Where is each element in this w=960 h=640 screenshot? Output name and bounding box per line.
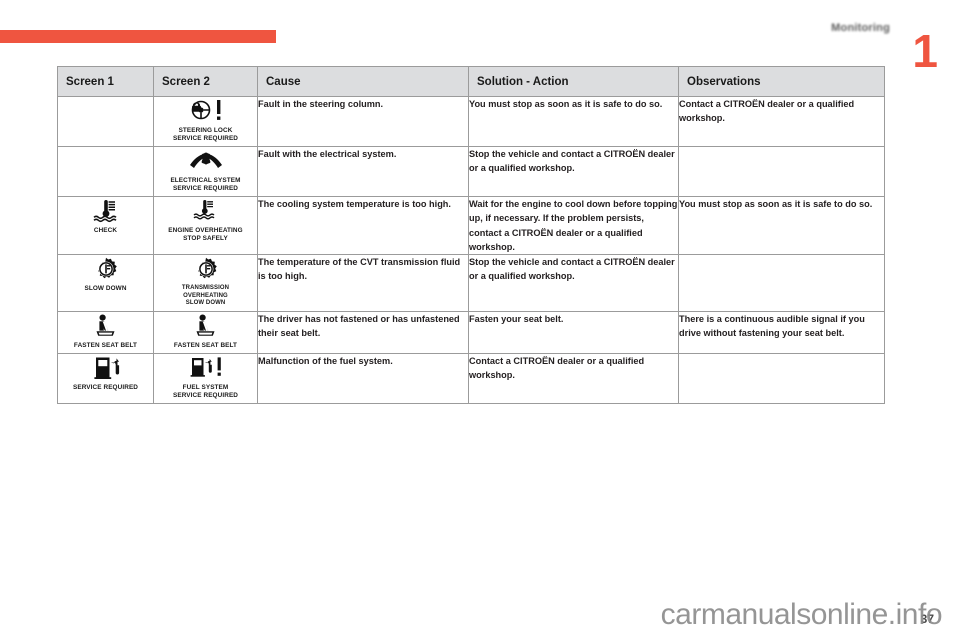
cell-observations [678, 146, 885, 197]
cell-observations: There is a continuous audible signal if … [678, 310, 885, 354]
indicator-caption: FASTEN SEAT BELT [73, 341, 138, 349]
warning-indicator-tile: TRANSMISSION OVERHEATING SLOW DOWN [166, 255, 245, 311]
table-body: STEERING LOCK SERVICE REQUIRED Fault in t… [57, 96, 885, 404]
cell-observations-text: You must stop as soon as it is safe to d… [679, 199, 873, 209]
cell-observations: Contact a CITROËN dealer or a qualified … [678, 96, 885, 147]
cell-observations-text: Contact a CITROËN dealer or a qualified … [679, 99, 855, 124]
cell-observations: You must stop as soon as it is safe to d… [678, 196, 885, 255]
fasten-seat-belt-icon [69, 314, 143, 340]
indicator-caption: SLOW DOWN [84, 285, 127, 292]
cell-cause-text: The cooling system temperature is too hi… [258, 199, 451, 209]
cell-screen1: CHECK [57, 196, 154, 255]
cell-solution: Stop the vehicle and contact a CITROËN d… [468, 146, 679, 197]
cell-screen2: ELECTRICAL SYSTEM SERVICE REQUIRED [153, 146, 258, 197]
coolant-temperature-icon [69, 199, 143, 225]
cell-cause: Fault in the steering column. [257, 96, 469, 147]
cell-screen1 [57, 146, 154, 197]
cell-cause: Malfunction of the fuel system. [257, 352, 469, 404]
indicator-caption: SERVICE REQUIRED [72, 383, 139, 391]
column-header-observations: Observations [678, 66, 885, 97]
indicator-caption: FUEL SYSTEM SERVICE REQUIRED [172, 383, 239, 399]
cell-cause: The cooling system temperature is too hi… [257, 196, 469, 255]
chapter-number: 1 [912, 25, 938, 77]
fuel-pump-icon [69, 356, 143, 382]
warning-indicator-tile: CHECK [66, 197, 145, 238]
cell-screen1 [57, 96, 154, 147]
cell-solution-text: Wait for the engine to cool down before … [469, 199, 678, 252]
table-row: ELECTRICAL SYSTEM SERVICE REQUIRED Fault … [57, 146, 885, 197]
chapter-title: Monitoring [831, 22, 890, 34]
cell-solution: Contact a CITROËN dealer or a qualified … [468, 352, 679, 404]
cell-screen1: SERVICE REQUIRED [57, 352, 154, 404]
cell-observations [678, 352, 885, 404]
cell-cause-text: Fault in the steering column. [258, 99, 384, 109]
cell-cause: Fault with the electrical system. [257, 146, 469, 197]
indicator-caption: TRANSMISSION OVERHEATING SLOW DOWN [181, 285, 230, 306]
indicator-caption: STEERING LOCK SERVICE REQUIRED [172, 127, 239, 142]
table-row: STEERING LOCK SERVICE REQUIRED Fault in t… [57, 96, 885, 147]
cell-solution-text: Stop the vehicle and contact a CITROËN d… [469, 149, 675, 174]
indicator-caption: ELECTRICAL SYSTEM SERVICE REQUIRED [170, 177, 241, 192]
transmission-gear-icon [169, 257, 243, 283]
electrical-system-icon [169, 149, 243, 175]
cell-screen2: STEERING LOCK SERVICE REQUIRED [153, 96, 258, 147]
table-row: FASTEN SEAT BELT FASTEN SEAT BELT The driv… [57, 310, 885, 354]
fasten-seat-belt-icon [169, 314, 243, 340]
cell-screen2: FASTEN SEAT BELT [153, 310, 258, 354]
table-header-row: Screen 1 Screen 2 Cause Solution - Actio… [57, 66, 885, 97]
site-watermark: carmanualsonline.info [660, 598, 943, 631]
cell-solution: You must stop as soon as it is safe to d… [468, 96, 679, 147]
cell-cause-text: The driver has not fastened or has unfas… [258, 313, 460, 338]
indicator-caption: FASTEN SEAT BELT [173, 341, 238, 349]
column-header-solution: Solution - Action [468, 66, 679, 97]
cell-observations [678, 254, 885, 312]
cell-cause-text: Fault with the electrical system. [258, 149, 397, 159]
column-header-cause: Cause [257, 66, 469, 97]
cell-solution: Fasten your seat belt. [468, 310, 679, 354]
cell-solution-text: You must stop as soon as it is safe to d… [469, 99, 663, 109]
fuel-system-icon [169, 356, 243, 382]
column-header-screen2: Screen 2 [153, 66, 258, 97]
cell-solution-text: Fasten your seat belt. [469, 313, 564, 324]
cell-screen2: TRANSMISSION OVERHEATING SLOW DOWN [153, 254, 258, 312]
cell-cause: The driver has not fastened or has unfas… [257, 310, 469, 354]
cell-solution-text: Contact a CITROËN dealer or a qualified … [469, 355, 645, 380]
warning-messages-table-wrapper: Screen 1 Screen 2 Cause Solution - Actio… [57, 66, 885, 404]
cell-cause: The temperature of the CVT transmission … [257, 254, 469, 312]
warning-messages-table: Screen 1 Screen 2 Cause Solution - Actio… [57, 66, 885, 404]
warning-indicator-tile: SERVICE REQUIRED [66, 353, 145, 395]
warning-indicator-tile: ELECTRICAL SYSTEM SERVICE REQUIRED [166, 147, 245, 196]
cell-solution: Stop the vehicle and contact a CITROËN d… [468, 254, 679, 312]
cell-solution-text: Stop the vehicle and contact a CITROËN d… [469, 257, 675, 282]
cell-cause-text: Malfunction of the fuel system. [258, 355, 393, 366]
accent-bar [0, 30, 276, 43]
cell-solution: Wait for the engine to cool down before … [468, 196, 679, 255]
cell-screen2: ENGINE OVERHEATING STOP SAFELY [153, 196, 258, 255]
transmission-gear-icon [69, 257, 143, 283]
warning-indicator-tile: STEERING LOCK SERVICE REQUIRED [166, 97, 245, 146]
indicator-caption: ENGINE OVERHEATING STOP SAFELY [168, 227, 243, 242]
column-header-screen1: Screen 1 [57, 66, 154, 97]
cell-screen1: FASTEN SEAT BELT [57, 310, 154, 354]
warning-indicator-tile: FASTEN SEAT BELT [166, 311, 245, 353]
table-row: SLOW DOWN TRANSMISSION OVERHEATING SLOW D… [57, 254, 885, 312]
cell-observations-text: There is a continuous audible signal if … [679, 313, 865, 338]
steering-lock-icon [169, 99, 243, 125]
warning-indicator-tile: FUEL SYSTEM SERVICE REQUIRED [166, 353, 245, 403]
cell-cause-text: The temperature of the CVT transmission … [258, 257, 461, 282]
cell-screen1: SLOW DOWN [57, 254, 154, 312]
cell-screen2: FUEL SYSTEM SERVICE REQUIRED [153, 352, 258, 404]
indicator-caption: CHECK [93, 227, 118, 234]
table-row: CHECK ENGINE OVERHEATING STOP SAFELY The c… [57, 196, 885, 255]
warning-indicator-tile: SLOW DOWN [66, 255, 145, 296]
warning-indicator-tile: FASTEN SEAT BELT [66, 311, 145, 353]
engine-overheating-icon [168, 199, 242, 225]
table-row: SERVICE REQUIRED FUEL SYSTEM SERVICE REQU… [57, 352, 885, 404]
warning-indicator-tile: ENGINE OVERHEATING STOP SAFELY [166, 197, 245, 246]
